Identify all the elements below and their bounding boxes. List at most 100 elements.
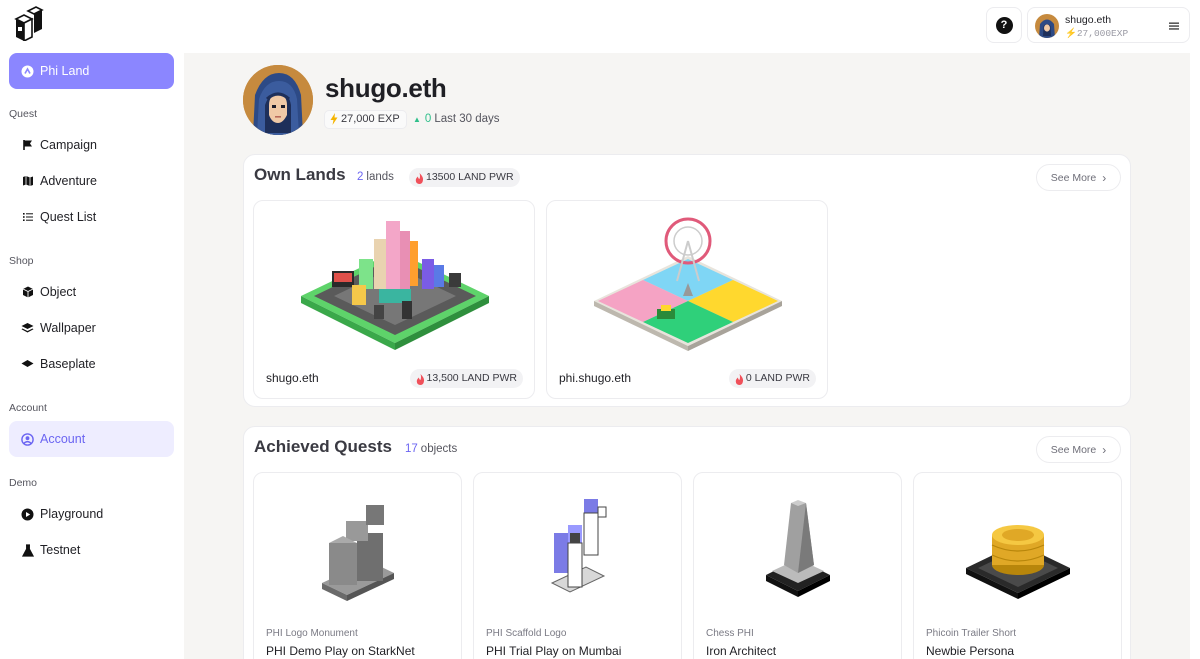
land-pwr-value: 13,500 LAND PWR xyxy=(426,372,517,384)
sidebar-item-baseplate[interactable]: Baseplate xyxy=(9,346,174,382)
user-circle-icon xyxy=(21,432,34,446)
help-icon: ? xyxy=(995,16,1013,34)
quest-card[interactable]: Phicoin Trailer Short Newbie Persona xyxy=(913,472,1122,659)
list-icon xyxy=(21,211,34,224)
own-lands-title: Own Lands xyxy=(254,165,346,184)
bolt-icon: ⚡ xyxy=(1065,28,1077,39)
achieved-quests-count-unit: objects xyxy=(420,443,458,455)
help-button[interactable]: ? xyxy=(986,7,1022,43)
phi-logo[interactable] xyxy=(12,5,44,43)
user-menu-button[interactable]: shugo.eth ⚡27,000EXP xyxy=(1027,7,1190,43)
cube-icon xyxy=(21,286,34,299)
quest-object-thumbnail xyxy=(254,473,461,623)
exp-gain-value: 0 xyxy=(424,113,432,125)
own-lands-count: 2 lands xyxy=(357,171,394,183)
exp-gain: ▲ 0 Last 30 days xyxy=(413,113,500,125)
chevron-right-icon: › xyxy=(1102,442,1107,457)
own-lands-panel: Own Lands 2 lands 13500 LAND PWR See More… xyxy=(243,154,1131,407)
land-thumbnail xyxy=(547,201,827,361)
quest-object-name: PHI Scaffold Logo xyxy=(486,628,567,639)
profile-avatar xyxy=(243,65,313,135)
sidebar-item-label: Baseplate xyxy=(40,357,96,371)
own-lands-see-more-button[interactable]: See More › xyxy=(1036,164,1121,191)
achieved-quests-title: Achieved Quests xyxy=(254,437,392,456)
land-card-shugo[interactable]: shugo.eth 13,500 LAND PWR xyxy=(253,200,535,399)
sidebar-item-label: Quest List xyxy=(40,210,97,224)
quest-object-thumbnail xyxy=(474,473,681,623)
sidebar-item-object[interactable]: Object xyxy=(9,274,174,310)
land-name: shugo.eth xyxy=(266,371,319,385)
section-label-shop: Shop xyxy=(9,255,34,267)
exp-badge: 27,000 EXP xyxy=(324,110,407,129)
section-label-quest: Quest xyxy=(9,108,38,120)
quest-object-thumbnail xyxy=(694,473,901,623)
sidebar-item-label: Playground xyxy=(40,507,104,521)
quest-card[interactable]: PHI Scaffold Logo PHI Trial Play on Mumb… xyxy=(473,472,682,659)
see-more-label: See More xyxy=(1050,171,1097,184)
quest-name: Newbie Persona xyxy=(926,644,1015,658)
chevron-right-icon: › xyxy=(1102,170,1107,185)
section-label-demo: Demo xyxy=(9,477,38,489)
own-lands-count-value: 2 xyxy=(357,171,364,183)
user-name: shugo.eth xyxy=(1065,14,1112,26)
profile-name: shugo.eth xyxy=(325,73,447,103)
fire-icon xyxy=(735,373,744,392)
avatar xyxy=(1035,14,1059,38)
quest-card[interactable]: Chess PHI Iron Architect xyxy=(693,472,902,659)
achieved-quests-panel: Achieved Quests 17 objects See More › PHI … xyxy=(243,426,1131,659)
sidebar-item-label: Phi Land xyxy=(40,64,90,78)
land-thumbnail xyxy=(254,201,534,361)
sidebar-item-quest-list[interactable]: Quest List xyxy=(9,199,174,235)
achieved-quests-count: 17 objects xyxy=(405,443,457,455)
own-lands-count-unit: lands xyxy=(366,171,394,183)
sidebar-item-account[interactable]: Account xyxy=(9,421,174,457)
sidebar-item-adventure[interactable]: Adventure xyxy=(9,163,174,199)
bolt-icon xyxy=(330,113,338,131)
sidebar-item-label: Object xyxy=(40,285,77,299)
quest-object-thumbnail xyxy=(914,473,1121,623)
land-pwr-value: 0 LAND PWR xyxy=(745,372,810,384)
achieved-quests-count-value: 17 xyxy=(405,443,418,455)
exp-value: 27,000 EXP xyxy=(341,113,400,125)
sidebar-item-label: Adventure xyxy=(40,174,97,188)
land-card-phi-shugo[interactable]: phi.shugo.eth 0 LAND PWR xyxy=(546,200,828,399)
sidebar-item-wallpaper[interactable]: Wallpaper xyxy=(9,310,174,346)
hamburger-menu-icon xyxy=(1168,19,1180,31)
baseplate-icon xyxy=(21,358,34,371)
sidebar-item-label: Testnet xyxy=(40,543,81,557)
flask-icon xyxy=(21,543,34,557)
fire-icon xyxy=(416,373,425,392)
land-pwr-badge: 0 LAND PWR xyxy=(728,369,816,388)
land-name: phi.shugo.eth xyxy=(559,371,632,385)
land-pwr-badge: 13,500 LAND PWR xyxy=(409,369,523,388)
layers-icon xyxy=(21,322,34,335)
quest-name: PHI Demo Play on StarkNet xyxy=(266,644,415,658)
sidebar: Phi Land Quest Campaign Adventure Quest … xyxy=(0,0,184,659)
quest-name: PHI Trial Play on Mumbai xyxy=(486,644,622,658)
fire-icon xyxy=(415,172,424,191)
see-more-label: See More xyxy=(1050,443,1097,456)
sidebar-item-label: Campaign xyxy=(40,138,97,152)
phi-land-icon xyxy=(21,65,34,78)
user-exp-value: 27,000EXP xyxy=(1076,28,1129,39)
play-icon xyxy=(21,508,34,521)
sidebar-item-phi-land[interactable]: Phi Land xyxy=(9,53,174,89)
sidebar-item-campaign[interactable]: Campaign xyxy=(9,127,174,163)
map-icon xyxy=(21,175,34,188)
sidebar-item-playground[interactable]: Playground xyxy=(9,496,174,532)
quest-object-name: PHI Logo Monument xyxy=(266,628,358,639)
land-pwr-badge: 13500 LAND PWR xyxy=(409,168,520,187)
user-exp: ⚡27,000EXP xyxy=(1065,28,1128,39)
land-pwr-value: 13500 LAND PWR xyxy=(426,171,514,183)
exp-gain-period: Last 30 days xyxy=(434,113,500,125)
quest-name: Iron Architect xyxy=(706,644,777,658)
achieved-quests-see-more-button[interactable]: See More › xyxy=(1036,436,1121,463)
section-label-account: Account xyxy=(9,402,47,414)
quest-card[interactable]: PHI Logo Monument PHI Demo Play on Stark… xyxy=(253,472,462,659)
quest-object-name: Chess PHI xyxy=(706,628,754,639)
quest-object-name: Phicoin Trailer Short xyxy=(926,628,1017,639)
sidebar-item-label: Account xyxy=(40,432,86,446)
sidebar-item-label: Wallpaper xyxy=(40,321,96,335)
triangle-up-icon: ▲ xyxy=(413,115,421,124)
sidebar-item-testnet[interactable]: Testnet xyxy=(9,532,174,568)
